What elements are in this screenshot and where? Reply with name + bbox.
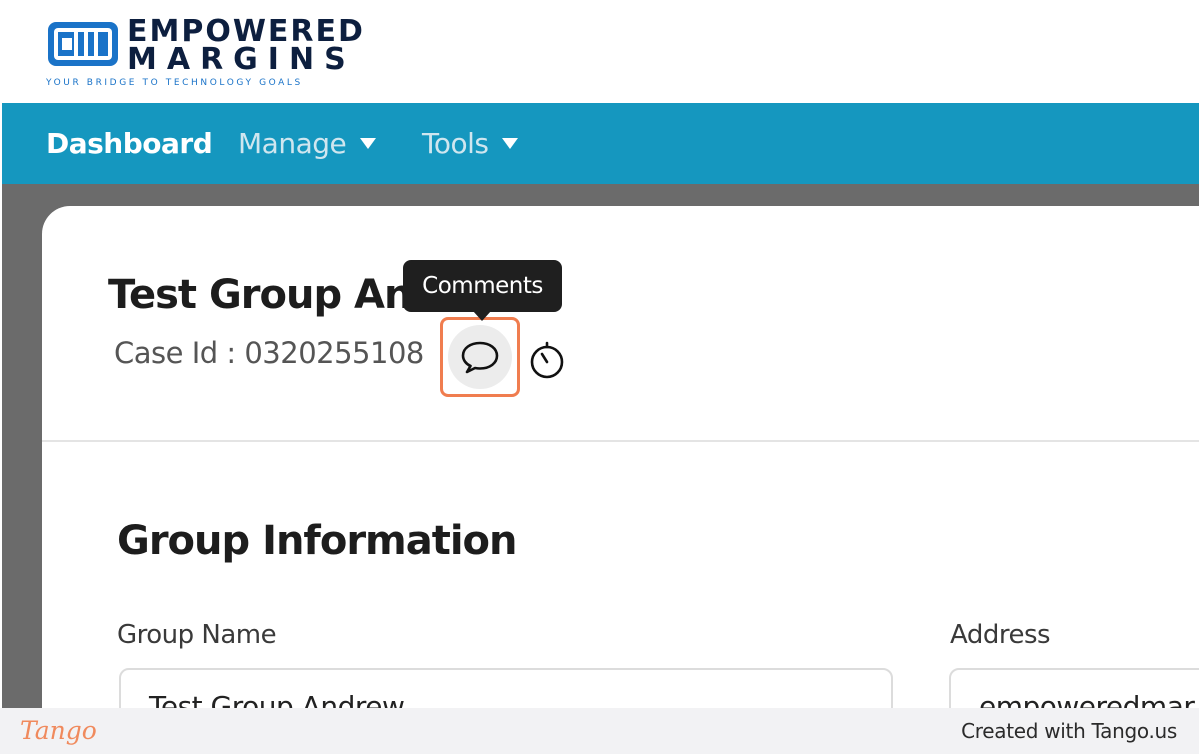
case-card: Test Group And Case Id : 0320255108 Comm… bbox=[42, 206, 1199, 708]
timer-icon[interactable] bbox=[527, 340, 567, 380]
comments-button[interactable] bbox=[440, 317, 520, 397]
nav-tools-label: Tools bbox=[422, 127, 489, 160]
caret-down-icon bbox=[502, 138, 519, 149]
comments-button-bg bbox=[448, 325, 512, 389]
group-information-heading: Group Information bbox=[117, 518, 518, 564]
nav-tools[interactable]: Tools bbox=[422, 127, 519, 160]
nav-manage[interactable]: Manage bbox=[238, 127, 377, 160]
brand-logo[interactable]: EMPOWERED MARGINS YOUR BRIDGE TO TECHNOL… bbox=[44, 12, 374, 92]
address-input[interactable]: empoweredmar bbox=[949, 668, 1199, 708]
nav-dashboard-label: Dashboard bbox=[46, 127, 213, 160]
nav-manage-label: Manage bbox=[238, 127, 347, 160]
case-id: Case Id : 0320255108 bbox=[114, 336, 424, 370]
brand-line-2: MARGINS bbox=[127, 42, 356, 77]
app-frame: EMPOWERED MARGINS YOUR BRIDGE TO TECHNOL… bbox=[2, 2, 1199, 708]
caret-down-icon bbox=[360, 138, 377, 149]
comments-tooltip: Comments bbox=[403, 260, 562, 321]
created-with-text[interactable]: Created with Tango.us bbox=[961, 719, 1177, 743]
group-name-input[interactable]: Test Group Andrew bbox=[119, 668, 893, 708]
tango-footer: Tango Created with Tango.us bbox=[0, 708, 1199, 754]
section-divider bbox=[42, 440, 1199, 442]
address-label: Address bbox=[950, 620, 1051, 650]
nav-dashboard[interactable]: Dashboard bbox=[46, 127, 213, 160]
group-name-label: Group Name bbox=[117, 620, 277, 650]
case-title: Test Group And bbox=[108, 272, 440, 318]
address-value: empoweredmar bbox=[979, 690, 1195, 708]
group-name-value: Test Group Andrew bbox=[149, 690, 405, 708]
main-navbar: Dashboard Manage Tools bbox=[2, 103, 1199, 184]
comments-icon bbox=[461, 341, 499, 374]
logo-mark-icon bbox=[48, 22, 118, 66]
brand-tagline: YOUR BRIDGE TO TECHNOLOGY GOALS bbox=[46, 78, 303, 88]
app-header: EMPOWERED MARGINS YOUR BRIDGE TO TECHNOL… bbox=[2, 2, 1199, 103]
tango-logo[interactable]: Tango bbox=[20, 716, 97, 745]
